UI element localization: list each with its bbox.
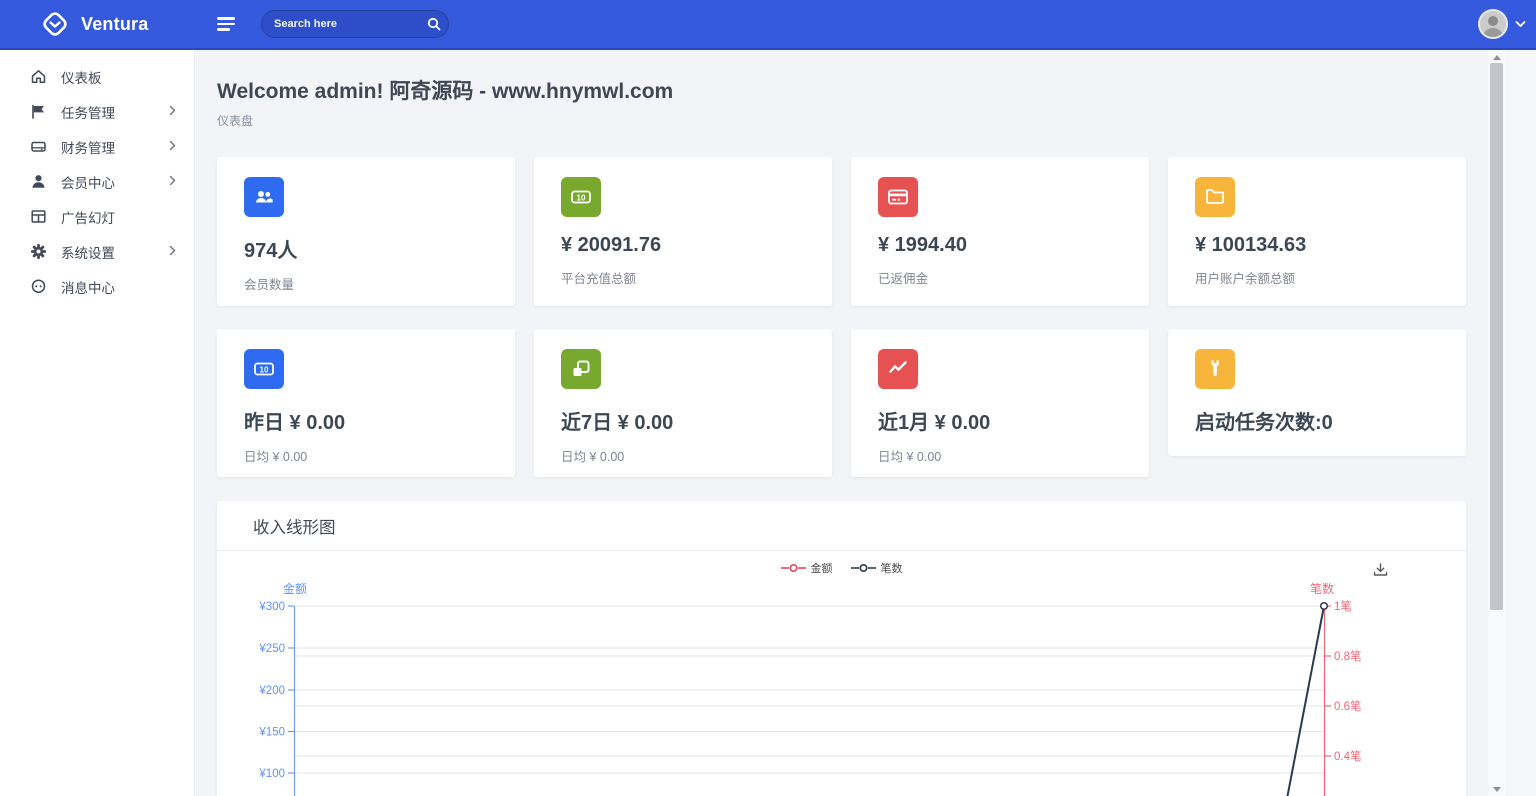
series-count-line [1285,606,1324,796]
credit-card-icon [878,177,918,217]
sidebar-item-label: 会员中心 [61,172,115,192]
chart-plot-area: 金额 ¥300 ¥250 ¥200 ¥150 ¥100 笔数 [217,551,1466,796]
trend-icon [878,349,918,389]
stat-label: 会员数量 [244,274,488,293]
y-left-tick: ¥250 [258,643,285,655]
folder-icon [1195,177,1235,217]
sidebar-item-label: 仪表板 [61,67,102,87]
search-icon[interactable] [427,17,441,31]
navbar-search [261,10,449,38]
sidebar-item-label: 系统设置 [61,242,115,262]
navbar-right [1478,9,1536,39]
stat-value: 启动任务次数:0 [1195,406,1439,435]
stat-card-balance-total: ¥ 100134.63 用户账户余额总额 [1168,157,1466,306]
home-icon [30,68,47,85]
main-content: Welcome admin! 阿奇源码 - www.hnymwl.com 仪表盘… [195,50,1488,796]
copy-icon [561,349,601,389]
chart-header: 收入线形图 [217,501,1466,551]
scroll-down-button[interactable] [1488,782,1505,796]
stat-label: 平台充值总额 [561,268,805,287]
y-right-tick: 0.6笔 [1334,699,1362,713]
sidebar-item-members[interactable]: 会员中心 [0,164,194,199]
stat-label: 已返佣金 [878,268,1122,287]
stat-card-last1month: 近1月 ¥ 0.00 日均 ¥ 0.00 [851,329,1149,477]
stat-card-recharge-total: 10 ¥ 20091.76 平台充值总额 [534,157,832,306]
stat-card-members: 974人 会员数量 [217,157,515,306]
sidebar-item-label: 财务管理 [61,137,115,157]
brand-name: Ventura [81,14,148,35]
user-avatar[interactable] [1478,9,1508,39]
sidebar-item-settings[interactable]: 系统设置 [0,234,194,269]
stat-label: 日均 ¥ 0.00 [561,446,805,465]
stat-value: 近7日 ¥ 0.00 [561,406,805,435]
scroll-up-button[interactable] [1488,50,1505,64]
chevron-right-icon [169,104,176,119]
user-icon [30,173,47,190]
sidebar-toggle-button[interactable] [217,14,237,35]
top-navbar: Ventura [0,0,1536,50]
brand-logo-icon [40,9,70,39]
sidebar-item-label: 消息中心 [61,277,115,297]
gear-icon [30,243,47,260]
chevron-right-icon [169,139,176,154]
income-line-chart: 金额 笔数 [217,551,1466,796]
stat-value: 974人 [244,234,488,263]
right-gutter [1505,50,1536,796]
svg-text:10: 10 [260,365,269,374]
series-count-point [1321,603,1328,610]
drive-icon [30,138,47,155]
chevron-right-icon [169,244,176,259]
flag-icon [30,103,47,120]
y-right-tick: 1笔 [1334,599,1352,613]
y-left-tick: ¥300 [258,601,285,613]
y-left-tick: ¥200 [258,685,285,697]
page-title: Welcome admin! 阿奇源码 - www.hnymwl.com [217,75,1466,105]
breadcrumb: 仪表盘 [217,112,1466,129]
money-icon: 10 [244,349,284,389]
stat-card-task-runs: 启动任务次数:0 [1168,329,1466,456]
users-icon [244,177,284,217]
sidebar-item-label: 广告幻灯 [61,207,115,227]
stat-value: ¥ 100134.63 [1195,234,1439,257]
income-chart-card: 收入线形图 金额 笔数 [217,501,1466,796]
money-icon: 10 [561,177,601,217]
search-input[interactable] [274,18,427,30]
sidebar-item-label: 任务管理 [61,102,115,122]
stat-value: 昨日 ¥ 0.00 [244,406,488,435]
stat-label: 日均 ¥ 0.00 [878,446,1122,465]
sidebar-item-messages[interactable]: 消息中心 [0,269,194,304]
y-left-tick: ¥150 [258,727,285,739]
sidebar-item-ads[interactable]: 广告幻灯 [0,199,194,234]
sidebar-item-dashboard[interactable]: 仪表板 [0,59,194,94]
y-left-axis-name: 金额 [283,581,307,596]
sidebar-item-tasks[interactable]: 任务管理 [0,94,194,129]
stat-value: ¥ 1994.40 [878,234,1122,257]
user-menu-chevron-icon[interactable] [1515,20,1526,28]
sidebar-item-finance[interactable]: 财务管理 [0,129,194,164]
stat-label: 日均 ¥ 0.00 [244,446,488,465]
svg-text:10: 10 [577,193,586,202]
chevron-right-icon [169,174,176,189]
y-right-tick: 0.4笔 [1334,749,1362,763]
chart-title: 收入线形图 [253,519,336,537]
table-icon [30,208,47,225]
stat-card-commission: ¥ 1994.40 已返佣金 [851,157,1149,306]
scrollbar-thumb[interactable] [1490,63,1503,610]
stat-value: 近1月 ¥ 0.00 [878,406,1122,435]
sidebar: 仪表板 任务管理 财务管理 会员中心 广告幻灯 系统设置 消息中心 [0,50,195,796]
wrench-icon [1195,349,1235,389]
y-right-axis-name: 笔数 [1310,581,1334,596]
stat-card-last7days: 近7日 ¥ 0.00 日均 ¥ 0.00 [534,329,832,477]
stat-card-yesterday: 10 昨日 ¥ 0.00 日均 ¥ 0.00 [217,329,515,477]
y-left-tick: ¥100 [258,768,285,780]
message-icon [30,278,47,295]
page-scrollbar[interactable] [1488,50,1505,796]
stat-value: ¥ 20091.76 [561,234,805,257]
y-right-tick: 0.8笔 [1334,649,1362,663]
stat-label: 用户账户余额总额 [1195,268,1439,287]
brand[interactable]: Ventura [0,9,195,39]
